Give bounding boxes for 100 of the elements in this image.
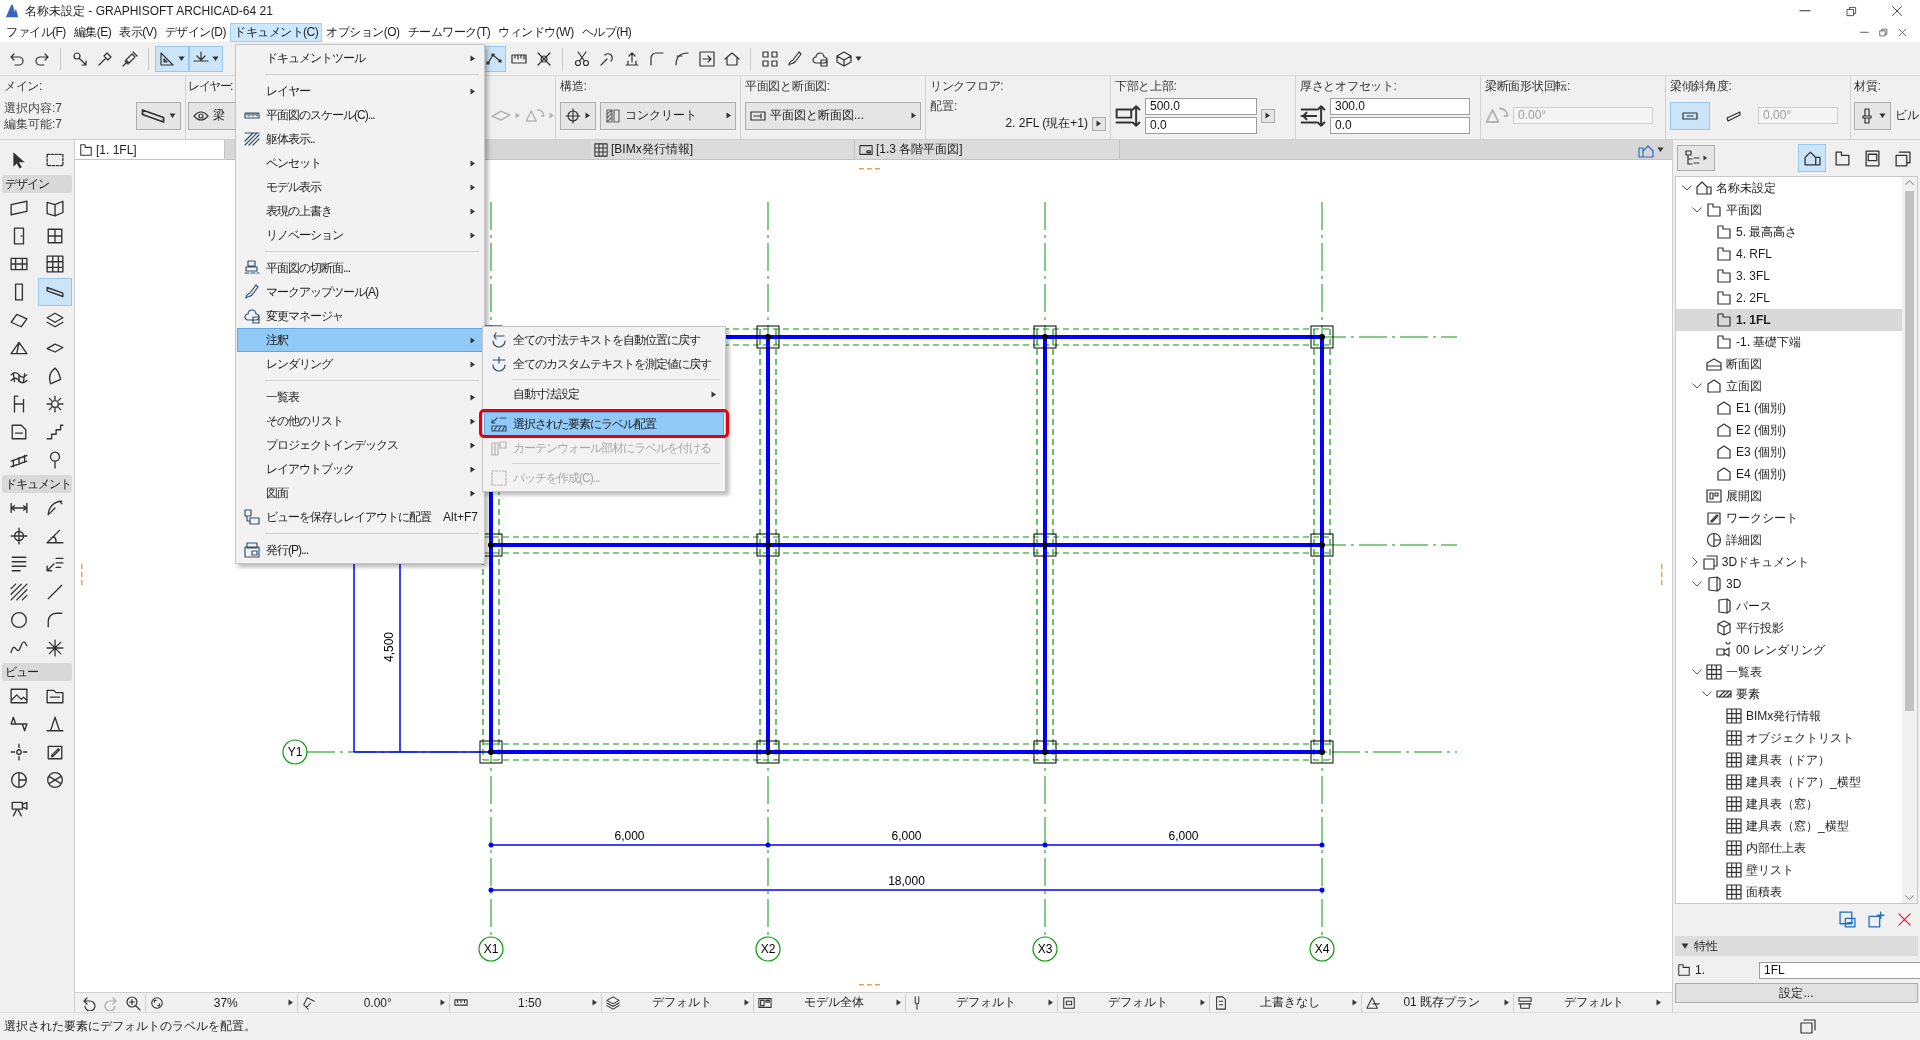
tree-item[interactable]: E2 (個別): [1676, 419, 1902, 441]
view-map-button[interactable]: [1677, 145, 1715, 171]
split-handle-icon[interactable]: [859, 984, 880, 986]
chevron-down-icon[interactable]: [1702, 691, 1712, 697]
menu-item[interactable]: リノベーション: [237, 223, 483, 247]
menu-bar-item[interactable]: デザイン(D): [160, 22, 230, 42]
menu-item[interactable]: ペンセット: [237, 151, 483, 175]
tree-item[interactable]: 要素: [1676, 683, 1902, 705]
toolbar-button[interactable]: [189, 45, 223, 72]
status-dropdown[interactable]: 上書きなし: [1209, 993, 1361, 1012]
menu-item[interactable]: レイヤー: [237, 79, 483, 103]
menu-item[interactable]: 全てのカスタムテキストを測定値に戻す: [484, 352, 724, 376]
tree-item[interactable]: 3D: [1676, 573, 1902, 595]
tree-item[interactable]: 5. 最高高さ: [1676, 221, 1902, 243]
menu-item[interactable]: 全ての寸法テキストを自動位置に戻す: [484, 328, 724, 352]
minimize-icon[interactable]: [1860, 30, 1869, 34]
chevron-down-icon[interactable]: [1692, 207, 1702, 213]
menu-bar-item[interactable]: オプション(O): [322, 22, 404, 42]
chevron-down-icon[interactable]: [1692, 581, 1702, 587]
status-dropdown[interactable]: デフォルト: [905, 993, 1057, 1012]
view-tab[interactable]: [BIMx発行情報]: [590, 140, 855, 159]
split-handle-icon[interactable]: [1661, 564, 1663, 585]
menu-item[interactable]: その他のリスト: [237, 409, 483, 433]
tree-item[interactable]: 内部仕上表: [1676, 837, 1902, 859]
tree-item[interactable]: -1. 基礎下端: [1676, 331, 1902, 353]
chevron-right-icon[interactable]: [1692, 557, 1698, 567]
menu-item[interactable]: ドキュメントツール: [237, 46, 483, 70]
status-dropdown[interactable]: デフォルト: [1057, 993, 1209, 1012]
menu-item[interactable]: 変更マネージャ: [237, 304, 483, 328]
zoom-in-icon[interactable]: [125, 994, 141, 1011]
tool-button[interactable]: [38, 278, 72, 306]
tree-item[interactable]: 詳細図: [1676, 529, 1902, 551]
menu-bar-item[interactable]: ウィンドウ(W): [494, 22, 578, 42]
value-field[interactable]: 500.0: [1145, 97, 1257, 115]
tree-item[interactable]: 一覧表: [1676, 661, 1902, 683]
scroll-down-icon[interactable]: [1905, 894, 1914, 900]
menu-item[interactable]: 躯体表示..: [237, 127, 483, 151]
tree-item[interactable]: 4. RFL: [1676, 243, 1902, 265]
status-dropdown[interactable]: デフォルト: [601, 993, 753, 1012]
menu-item[interactable]: プロジェクトインデックス: [237, 433, 483, 457]
menu-item[interactable]: 注釈: [237, 328, 483, 352]
chevron-down-icon[interactable]: [1682, 185, 1692, 191]
delete-icon[interactable]: [1897, 911, 1912, 927]
scroll-up-icon[interactable]: [1905, 180, 1914, 186]
toolbar-button[interactable]: [155, 45, 189, 72]
chevron-down-icon[interactable]: [1692, 383, 1702, 389]
menu-bar-item[interactable]: ヘルプ(H): [577, 22, 636, 42]
close-icon[interactable]: [1898, 27, 1907, 37]
tree-item[interactable]: 建具表（窓）: [1676, 793, 1902, 815]
tree-item[interactable]: 平面図: [1676, 199, 1902, 221]
settings-button[interactable]: 設定...: [1675, 983, 1918, 1003]
value-field[interactable]: 0.0: [1330, 116, 1470, 134]
tree-item[interactable]: E4 (個別): [1676, 463, 1902, 485]
restore-icon[interactable]: [1879, 27, 1888, 37]
window-stack-icon[interactable]: [1800, 1018, 1816, 1035]
value-field[interactable]: 300.0: [1330, 97, 1470, 115]
value-field[interactable]: 0.0: [1145, 116, 1257, 134]
menu-bar-item[interactable]: チームワーク(T): [403, 22, 495, 42]
material-brush-dropdown[interactable]: [1854, 101, 1891, 130]
menu-item[interactable]: レイアウトブック: [237, 457, 483, 481]
tree-item[interactable]: 名称未設定: [1676, 177, 1902, 199]
chevron-down-icon[interactable]: [1692, 669, 1702, 675]
tree-item[interactable]: BIMx発行情報: [1676, 705, 1902, 727]
tree-item[interactable]: 2. 2FL: [1676, 287, 1902, 309]
menu-item[interactable]: モデル表示: [237, 175, 483, 199]
tree-item[interactable]: 00 レンダリング: [1676, 639, 1902, 661]
tree-item[interactable]: 平行投影: [1676, 617, 1902, 639]
status-dropdown[interactable]: 1:50: [449, 993, 601, 1012]
tree-item[interactable]: 建具表（ドア）: [1676, 749, 1902, 771]
status-dropdown[interactable]: 0.00°: [297, 993, 449, 1012]
tree-item[interactable]: E3 (個別): [1676, 441, 1902, 463]
menu-bar-item[interactable]: 編集(E): [69, 22, 116, 42]
menu-item[interactable]: レンダリング: [237, 352, 483, 376]
tree-item[interactable]: 断面図: [1676, 353, 1902, 375]
material-dropdown[interactable]: コンクリート: [599, 101, 736, 130]
overlapping-boxes-icon[interactable]: [1839, 910, 1856, 928]
tree-item[interactable]: パース: [1676, 595, 1902, 617]
navigator-tab[interactable]: [1798, 144, 1826, 172]
tree-item[interactable]: 3Dドキュメント: [1676, 551, 1902, 573]
status-dropdown[interactable]: モデル全体: [753, 993, 905, 1012]
scrollbar[interactable]: [1902, 177, 1917, 903]
menu-item[interactable]: 図面: [237, 481, 483, 505]
split-handle-icon[interactable]: [859, 168, 880, 170]
menu-bar-item[interactable]: 表示(V): [115, 22, 161, 42]
menu-bar-item[interactable]: ファイル(F): [2, 22, 70, 42]
tree-item[interactable]: 建具表（ドア）_横型: [1676, 771, 1902, 793]
tree-item[interactable]: 面積表: [1676, 881, 1902, 903]
tree-item[interactable]: オブジェクトリスト: [1676, 727, 1902, 749]
link-floor-button[interactable]: [1092, 116, 1106, 131]
menu-item[interactable]: 表現の上書き: [237, 199, 483, 223]
properties-header[interactable]: 特性: [1675, 936, 1918, 956]
scrollbar-thumb[interactable]: [1905, 191, 1914, 712]
status-dropdown[interactable]: 01 既存プラン: [1361, 993, 1513, 1012]
menu-item[interactable]: 平面図のスケール(C)...: [237, 103, 483, 127]
box-plus-icon[interactable]: [1868, 910, 1885, 928]
expand-button[interactable]: [1261, 108, 1275, 123]
tree-item[interactable]: 立面図: [1676, 375, 1902, 397]
split-handle-icon[interactable]: [81, 564, 83, 585]
menu-bar-item[interactable]: ドキュメント(C): [230, 22, 323, 42]
menu-item[interactable]: マークアップツール(A): [237, 280, 483, 304]
